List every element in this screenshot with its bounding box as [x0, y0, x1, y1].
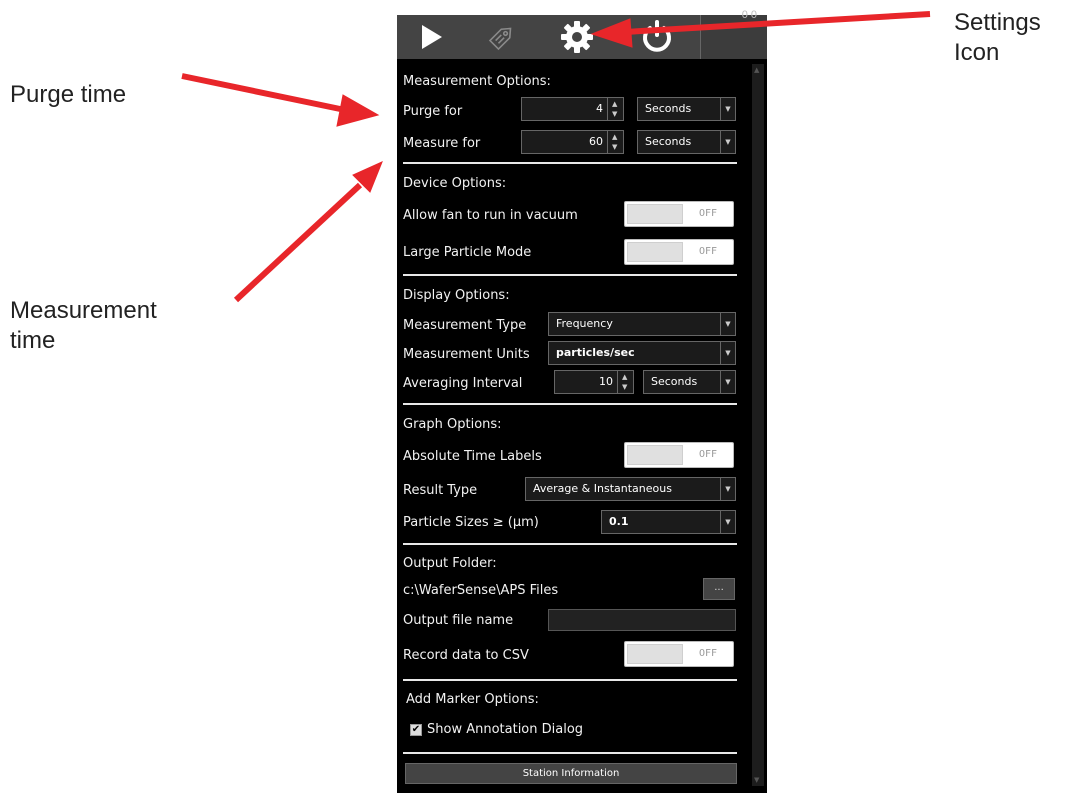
- settings-icon-arrowhead: [590, 18, 633, 48]
- settings-icon-arrow: [624, 11, 931, 35]
- annotation-arrows: [181, 11, 931, 303]
- purge-time-arrow: [181, 73, 346, 113]
- measurement-time-arrow: [233, 182, 363, 303]
- purge-time-arrowhead: [336, 94, 380, 127]
